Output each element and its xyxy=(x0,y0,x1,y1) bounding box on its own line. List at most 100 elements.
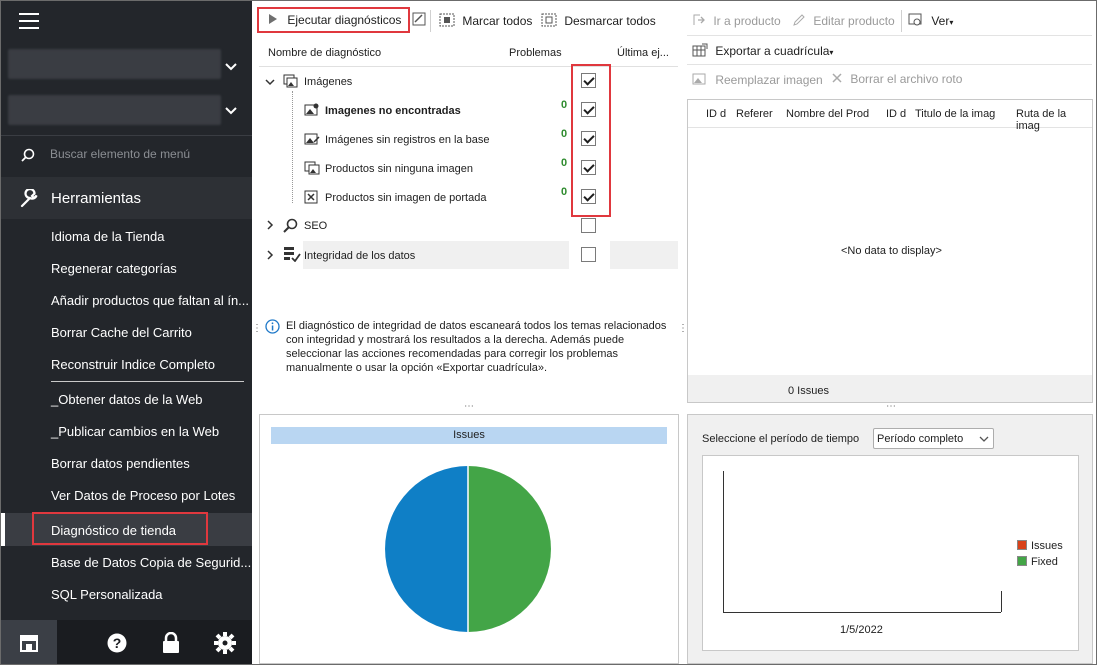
store-button[interactable] xyxy=(1,620,57,664)
pie-chart-title: Issues xyxy=(271,427,667,444)
replace-image-button[interactable]: Reemplazar imagen xyxy=(692,72,823,87)
splitter-handle-icon[interactable]: ⋯ xyxy=(886,401,896,412)
diagnostic-label[interactable]: Imagenes no encontradas xyxy=(325,105,461,117)
results-footer xyxy=(688,375,1092,402)
gear-icon[interactable] xyxy=(214,632,236,654)
column-header[interactable]: Ruta de la imag xyxy=(1016,108,1092,132)
x-tick-label: 1/5/2022 xyxy=(840,624,883,636)
goto-product-button[interactable]: Ir a producto xyxy=(692,13,781,28)
account-selector[interactable] xyxy=(8,95,221,125)
chevron-down-icon[interactable] xyxy=(225,105,237,117)
lock-icon[interactable] xyxy=(162,632,180,654)
search-icon xyxy=(21,148,35,162)
column-header[interactable]: ID d xyxy=(706,108,726,120)
problem-count: 0 xyxy=(561,157,568,169)
column-header[interactable]: ID d xyxy=(886,108,906,120)
column-header[interactable]: Nombre del Prod xyxy=(786,108,869,120)
help-icon[interactable]: ? xyxy=(107,633,127,653)
sidebar-item-regenerate-categories[interactable]: Regenerar categorías xyxy=(51,261,177,276)
group-checkbox-seo[interactable] xyxy=(581,218,596,233)
edit-product-button[interactable]: Editar producto xyxy=(792,13,895,28)
export-grid-icon xyxy=(692,43,708,57)
run-options-icon[interactable] xyxy=(412,12,426,26)
y-axis xyxy=(723,471,724,612)
check-all-label: Marcar todos xyxy=(462,14,533,28)
export-grid-label: Exportar a cuadrícula xyxy=(715,44,830,58)
image-not-found-icon xyxy=(304,103,319,116)
column-header-name[interactable]: Nombre de diagnóstico xyxy=(268,47,381,59)
sidebar: Buscar elemento de menú Herramientas Idi… xyxy=(1,1,252,664)
check-all-button[interactable]: Marcar todos xyxy=(439,13,532,28)
group-label-data-integrity[interactable]: Integridad de los datos xyxy=(304,250,415,262)
store-selector[interactable] xyxy=(8,49,221,79)
chevron-right-icon[interactable] xyxy=(265,220,275,230)
diagnostic-label[interactable]: Productos sin ninguna imagen xyxy=(325,163,473,175)
selected-row-bg xyxy=(610,241,678,269)
hamburger-menu-icon[interactable] xyxy=(19,13,39,29)
pie-slice-issues xyxy=(385,466,468,632)
chevron-down-icon[interactable] xyxy=(265,77,275,87)
x-axis-end-tick xyxy=(1001,591,1002,612)
splitter-handle-icon[interactable]: ⋮ xyxy=(252,323,262,334)
goto-icon xyxy=(693,14,705,25)
issues-count: 0 Issues xyxy=(788,385,829,397)
issues-pie-chart xyxy=(385,466,551,632)
group-label-images[interactable]: Imágenes xyxy=(304,76,352,88)
app-window: Buscar elemento de menú Herramientas Idi… xyxy=(0,0,1097,665)
menu-divider xyxy=(51,381,244,382)
legend-label: Fixed xyxy=(1031,556,1058,568)
edit-product-label: Editar producto xyxy=(813,14,895,28)
info-text: El diagnóstico de integridad de datos es… xyxy=(286,320,667,374)
column-header-problems[interactable]: Problemas xyxy=(509,47,562,59)
highlight-box xyxy=(571,64,611,217)
period-label: Seleccione el período de tiempo xyxy=(702,433,860,445)
problem-count: 0 xyxy=(561,99,568,111)
problem-count: 0 xyxy=(561,186,568,198)
view-icon xyxy=(908,13,922,26)
delete-broken-file-button[interactable]: Borrar el archivo roto xyxy=(831,72,962,86)
store-icon xyxy=(20,635,38,652)
splitter-handle-icon[interactable]: ⋯ xyxy=(464,401,474,412)
sidebar-item-get-web-data[interactable]: _Obtener datos de la Web xyxy=(51,392,203,407)
problem-count: 0 xyxy=(561,128,568,140)
sidebar-item-clear-cart-cache[interactable]: Borrar Cache del Carrito xyxy=(51,325,192,340)
results-grid-header: ID d Referer Nombre del Prod ID d Titulo… xyxy=(688,100,1092,132)
sidebar-item-store-language[interactable]: Idioma de la Tienda xyxy=(51,229,164,244)
sidebar-item-batch-process-data[interactable]: Ver Datos de Proceso por Lotes xyxy=(51,488,235,503)
replace-image-icon xyxy=(692,73,706,85)
sidebar-item-database-backup[interactable]: Base de Datos Copia de Segurid... xyxy=(51,555,251,570)
tools-section-header[interactable]: Herramientas xyxy=(1,177,252,219)
toolbar-row-divider xyxy=(687,35,1092,36)
group-checkbox-data-integrity[interactable] xyxy=(581,247,596,262)
tools-section-title: Herramientas xyxy=(51,190,142,207)
column-header-last-run[interactable]: Última ej... xyxy=(617,47,669,59)
chevron-down-icon[interactable] xyxy=(225,61,237,73)
svg-text:?: ? xyxy=(113,635,122,651)
column-header[interactable]: Referer xyxy=(736,108,773,120)
menu-search[interactable]: Buscar elemento de menú xyxy=(1,135,252,173)
wrench-icon xyxy=(20,189,38,208)
search-input[interactable]: Buscar elemento de menú xyxy=(50,147,190,161)
sidebar-item-rebuild-index[interactable]: Reconstruir Indice Completo xyxy=(51,357,215,372)
sidebar-bottom-bar: ? xyxy=(1,620,252,664)
view-dropdown-button[interactable]: Ver▾ xyxy=(908,13,953,28)
chevron-right-icon[interactable] xyxy=(265,250,275,260)
diagnostic-label[interactable]: Productos sin imagen de portada xyxy=(325,192,486,204)
close-icon xyxy=(832,73,842,83)
seo-search-icon xyxy=(283,218,298,233)
image-no-record-icon xyxy=(304,133,320,145)
diagnostic-label[interactable]: Imágenes sin registros en la base xyxy=(325,134,489,146)
check-all-icon xyxy=(439,13,455,27)
tree-connector xyxy=(292,91,293,203)
export-grid-button[interactable]: Exportar a cuadrícula▾ xyxy=(692,43,833,58)
highlight-box xyxy=(32,512,208,545)
column-header[interactable]: Titulo de la imag xyxy=(915,108,995,120)
uncheck-all-button[interactable]: Desmarcar todos xyxy=(541,13,656,28)
sidebar-item-add-missing-products[interactable]: Añadir productos que faltan al ín... xyxy=(51,293,249,308)
sidebar-item-clear-pending-data[interactable]: Borrar datos pendientes xyxy=(51,456,190,471)
period-select[interactable]: Período completo xyxy=(873,428,994,449)
group-label-seo[interactable]: SEO xyxy=(304,220,327,232)
sidebar-item-publish-web-changes[interactable]: _Publicar cambios en la Web xyxy=(51,424,219,439)
toolbar-separator xyxy=(901,10,902,32)
sidebar-item-custom-sql[interactable]: SQL Personalizada xyxy=(51,587,163,602)
